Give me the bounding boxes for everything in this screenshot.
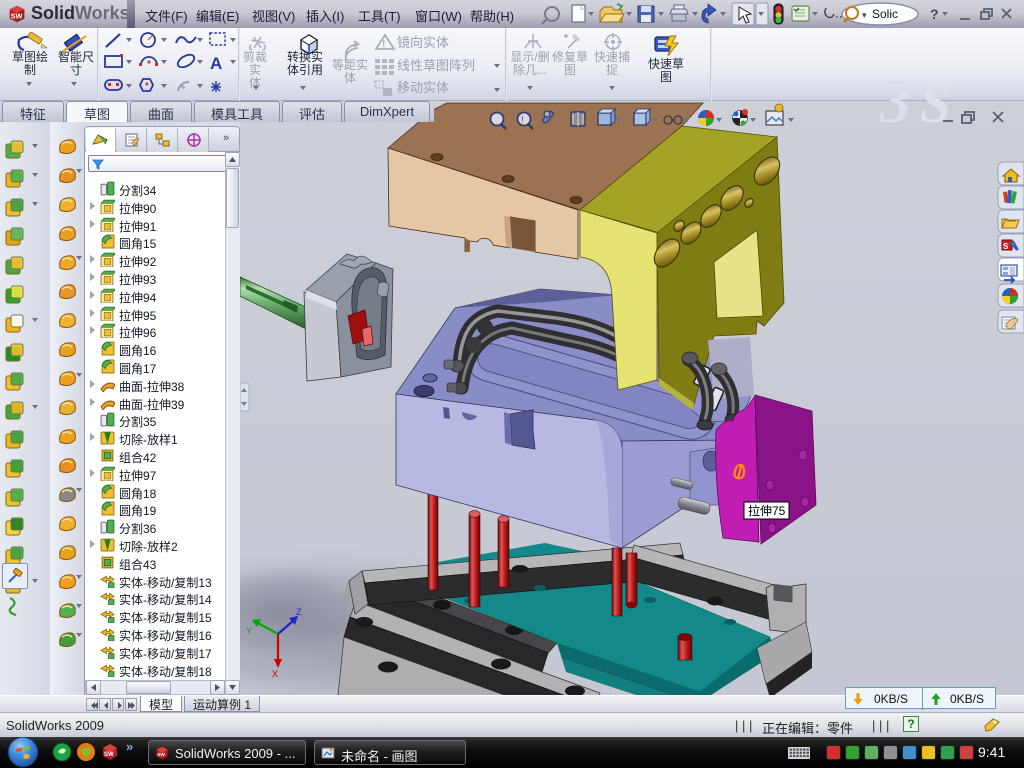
svg-text:S: S xyxy=(1003,242,1009,251)
svg-text:拉伸75: 拉伸75 xyxy=(748,503,786,518)
svg-text:Z: Z xyxy=(296,607,302,617)
svg-text:!: ! xyxy=(382,39,385,50)
svg-text:Y: Y xyxy=(246,626,252,636)
svg-text:SW: SW xyxy=(11,12,23,21)
svg-text:3: 3 xyxy=(879,68,911,128)
svg-text:!: ! xyxy=(521,115,524,125)
svg-text:A: A xyxy=(210,54,222,73)
svg-text:SW: SW xyxy=(157,752,165,758)
svg-text:SW: SW xyxy=(104,752,114,758)
svg-text:▾: ▾ xyxy=(862,10,867,20)
svg-text:S: S xyxy=(920,73,951,128)
svg-text:Solic: Solic xyxy=(872,7,898,21)
svg-text:?: ? xyxy=(930,6,939,22)
svg-text:X: X xyxy=(272,669,278,679)
